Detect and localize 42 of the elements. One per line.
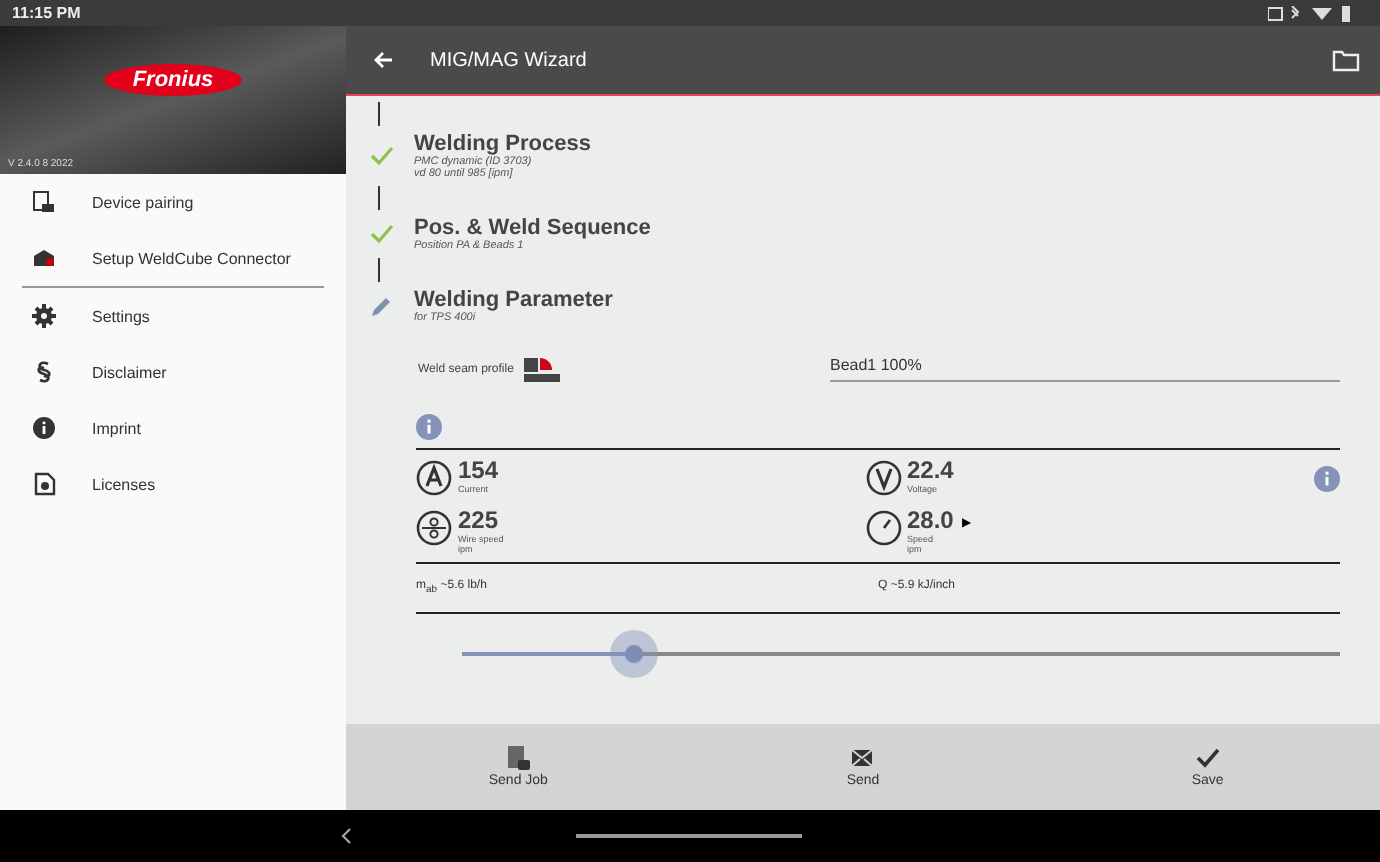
volt-icon	[865, 460, 901, 496]
step-title[interactable]: Welding Process	[414, 132, 591, 156]
info-icon	[32, 416, 56, 440]
check-icon	[370, 224, 394, 244]
step-title[interactable]: Welding Parameter	[414, 288, 613, 312]
logo: Fronius	[104, 64, 242, 96]
parameter-value[interactable]: 22.4	[907, 458, 954, 484]
parameter-value[interactable]: 28.0	[907, 508, 954, 534]
drawer-item[interactable]: Imprint	[0, 400, 346, 456]
app-title: MIG/MAG Wizard	[430, 49, 589, 71]
info-icon[interactable]	[1314, 466, 1340, 492]
checkmark-icon	[1195, 746, 1220, 770]
wire-feed-icon	[416, 510, 452, 546]
drawer-item[interactable]: Settings	[0, 288, 346, 344]
drawer-item[interactable]: Device pairing	[0, 174, 346, 230]
device-icon	[32, 190, 56, 214]
back-icon[interactable]	[340, 828, 352, 844]
parameter-value[interactable]: 154	[458, 458, 499, 484]
pencil-icon	[370, 294, 394, 318]
envelope-icon	[850, 746, 875, 770]
connector-icon	[32, 246, 56, 270]
step-title[interactable]: Pos. & Weld Sequence	[414, 216, 651, 240]
info-icon[interactable]	[416, 414, 442, 440]
drawer-item[interactable]: Setup WeldCube Connector	[0, 230, 346, 286]
back-arrow-icon[interactable]	[374, 50, 394, 70]
clock: 11:15 PM	[12, 4, 81, 22]
settings-icon	[32, 304, 56, 328]
home-handle[interactable]	[576, 833, 802, 839]
drawer-item[interactable]: Disclaimer	[0, 344, 346, 400]
ampere-icon	[416, 460, 452, 496]
drawer-item[interactable]: Licenses	[0, 456, 346, 512]
seam-profile-icon	[523, 357, 560, 381]
status-icons	[1268, 5, 1356, 21]
check-icon	[370, 146, 394, 166]
job-card-icon	[506, 746, 531, 770]
section-sign-icon	[32, 360, 56, 384]
document-icon	[32, 472, 56, 496]
slider-thumb[interactable]	[609, 630, 658, 679]
seam-profile-field[interactable]: Bead1 100%	[830, 356, 1340, 382]
parameter-value[interactable]: 225	[458, 508, 499, 534]
folder-icon[interactable]	[1332, 49, 1360, 71]
gauge-icon	[865, 510, 901, 546]
